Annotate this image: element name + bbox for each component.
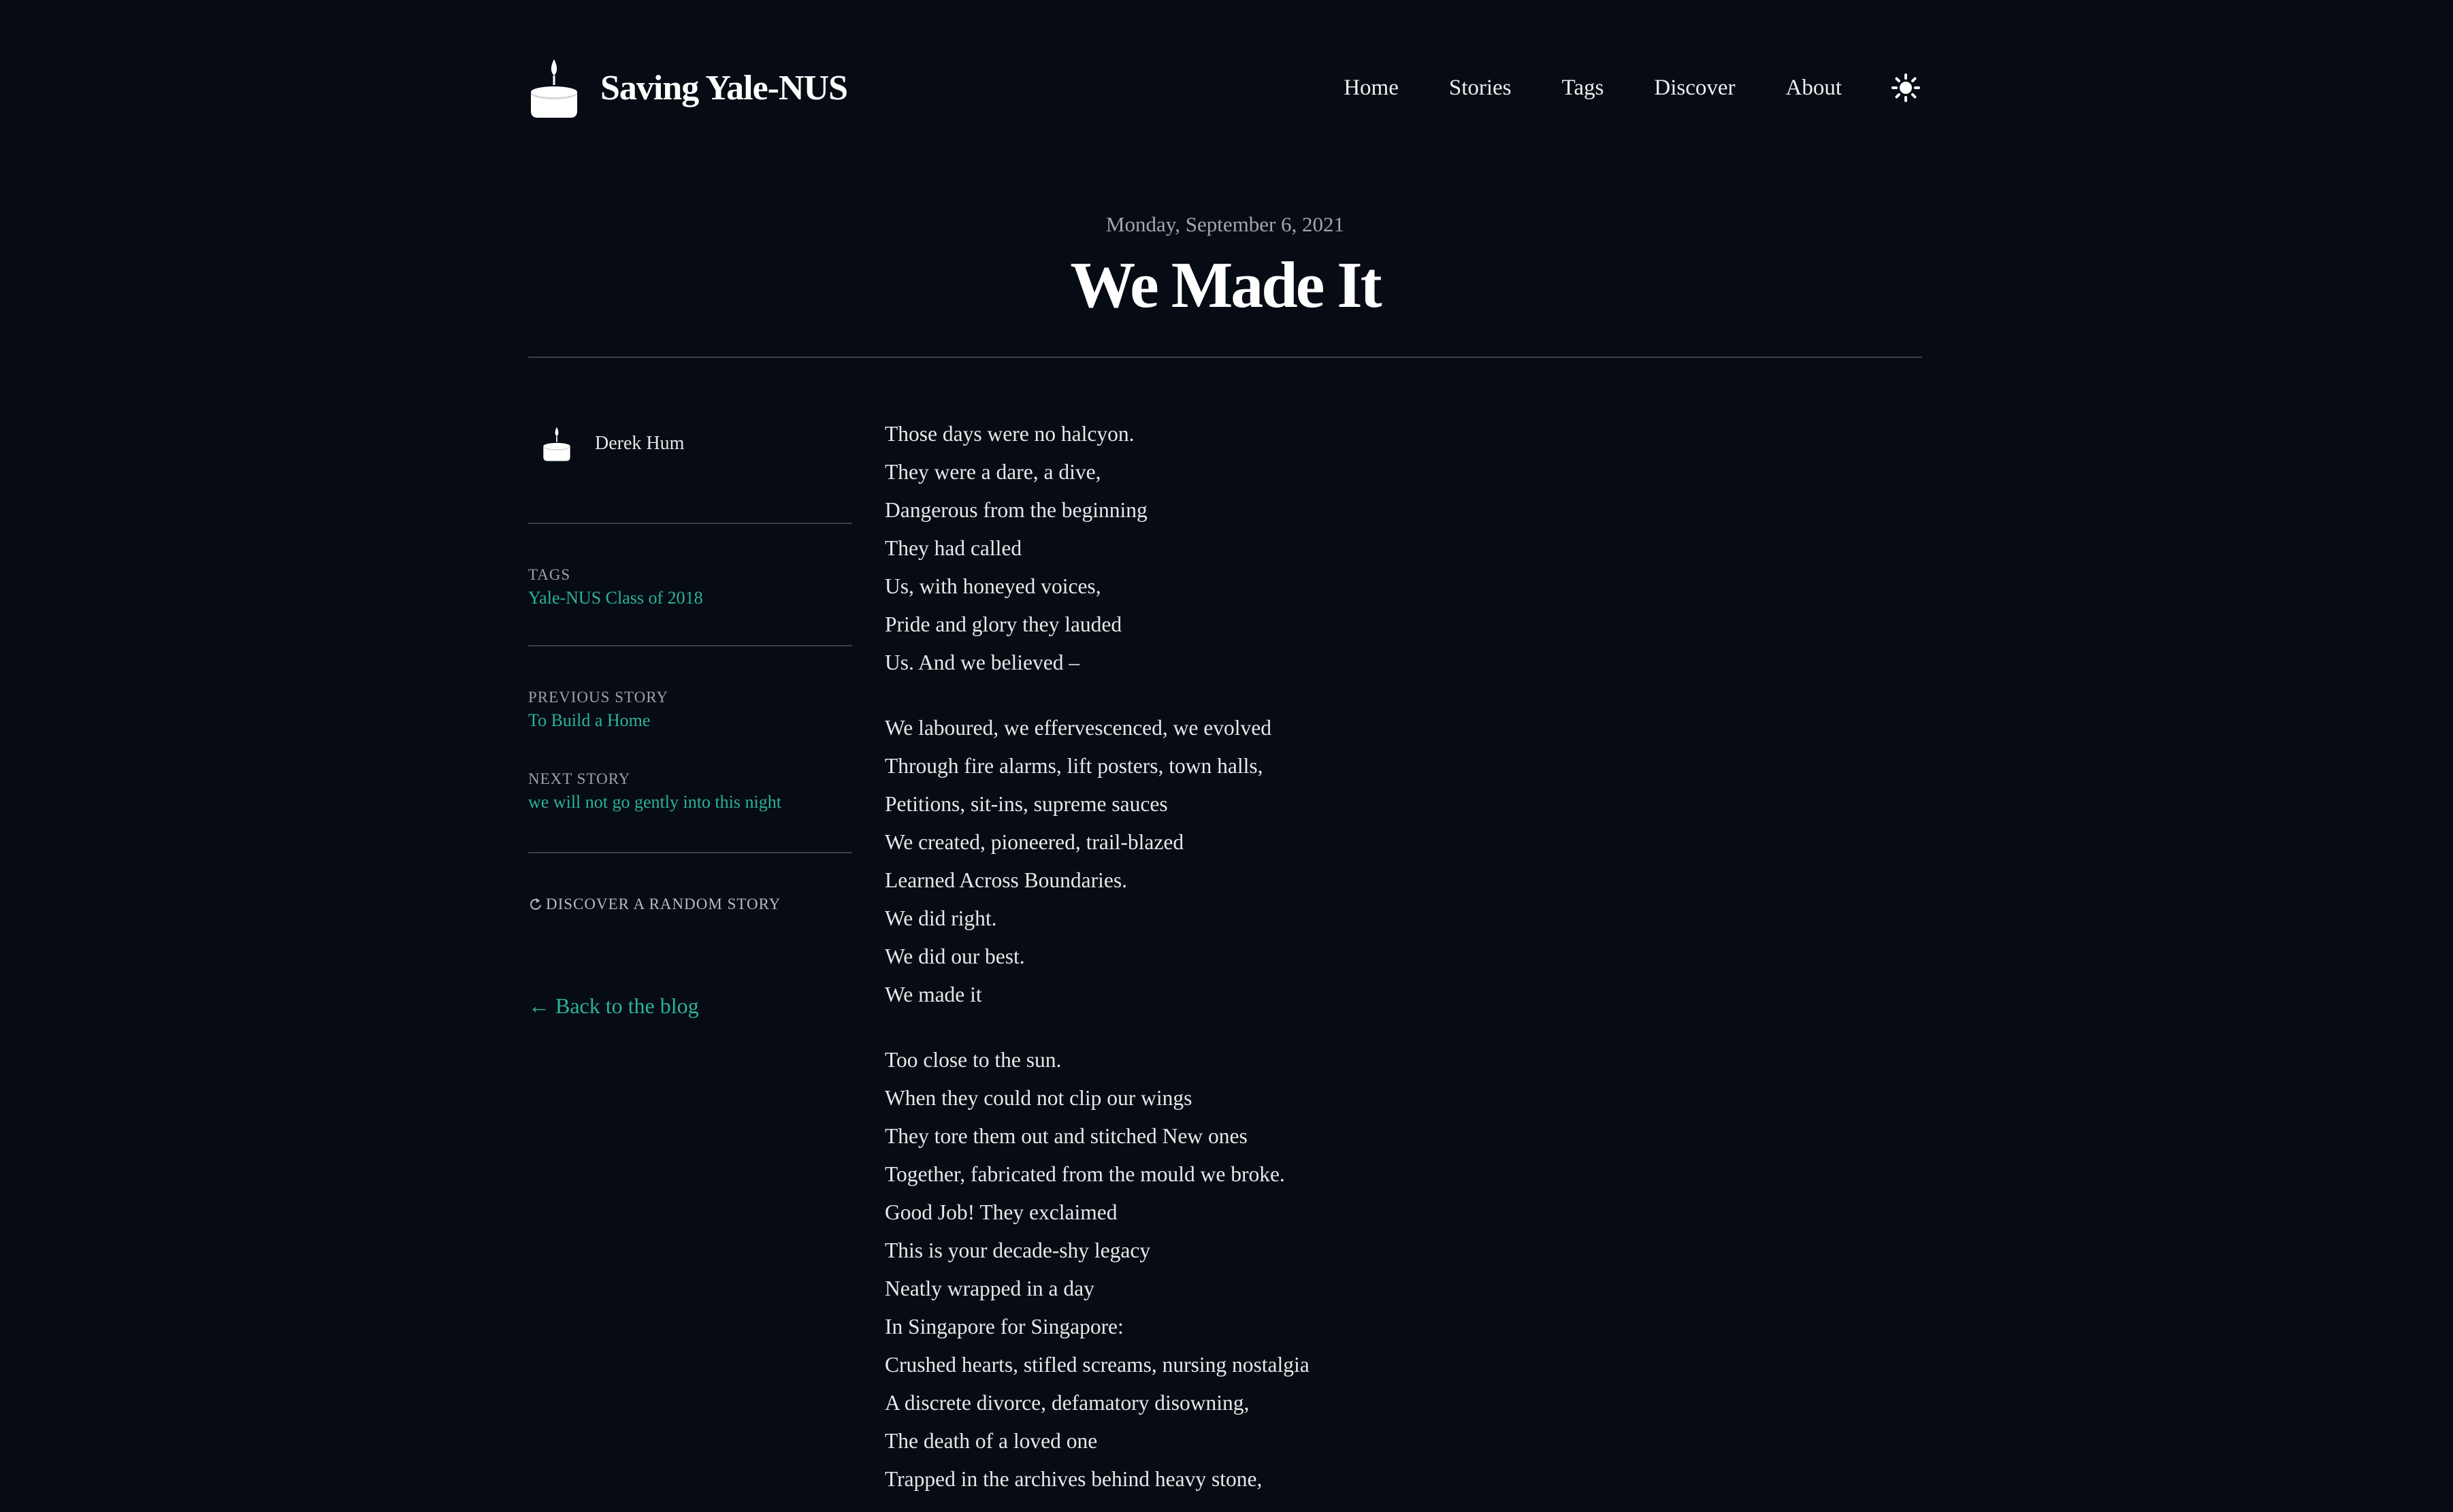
poem-line: Us. And we believed –	[885, 651, 1080, 674]
post-header: Monday, September 6, 2021 We Made It	[528, 204, 1922, 321]
poem-line: A discrete divorce, defamatory disowning…	[885, 1391, 1250, 1415]
site-brand-link[interactable]: Saving Yale-NUS	[528, 50, 848, 125]
poem-line: Through fire alarms, lift posters, town …	[885, 754, 1263, 778]
sidebar-divider	[528, 523, 852, 524]
previous-story-link[interactable]: To Build a Home	[528, 710, 852, 731]
poem-line: Dangerous from the beginning	[885, 498, 1148, 522]
nav-home[interactable]: Home	[1344, 76, 1399, 101]
post-date: Monday, September 6, 2021	[1105, 212, 1345, 236]
previous-story: PREVIOUS STORY To Build a Home	[528, 689, 852, 731]
poem-line: This is your decade-shy legacy	[885, 1238, 1151, 1262]
next-story: NEXT STORY we will not go gently into th…	[528, 770, 852, 812]
site-header: Saving Yale-NUS Home Stories Tags Discov…	[528, 50, 1922, 125]
poem-line: We did our best.	[885, 944, 1025, 968]
tags-section: TAGS Yale-NUS Class of 2018	[528, 566, 852, 608]
poem-line: We made it	[885, 983, 982, 1006]
candle-icon	[531, 59, 577, 118]
poem-line: Trapped in the archives behind heavy sto…	[885, 1467, 1263, 1491]
poem-line: They were a dare, a dive,	[885, 460, 1101, 484]
previous-story-label: PREVIOUS STORY	[528, 689, 668, 706]
theme-toggle-button[interactable]	[1889, 71, 1922, 104]
author-name[interactable]: Derek Hum	[595, 433, 684, 455]
poem-body: Those days were no halcyon. They were a d…	[885, 415, 1634, 1512]
poem-line: They tore them out and stitched New ones	[885, 1124, 1248, 1148]
avatar	[528, 415, 585, 472]
poem-line: Good Job! They exclaimed	[885, 1200, 1118, 1224]
header-divider	[528, 357, 1922, 358]
sidebar-divider	[528, 645, 852, 646]
nav-about[interactable]: About	[1786, 76, 1842, 101]
poem-stanza: We laboured, we effervescenced, we evolv…	[885, 709, 1634, 1014]
post-title: We Made It	[1070, 248, 1382, 321]
candle-icon	[543, 427, 570, 461]
poem-stanza: Too close to the sun. When they could not…	[885, 1041, 1634, 1498]
poem-line: The death of a loved one	[885, 1429, 1098, 1453]
poem-line: Neatly wrapped in a day	[885, 1277, 1094, 1300]
poem-line: We created, pioneered, trail-blazed	[885, 830, 1184, 854]
sun-icon	[1891, 73, 1920, 102]
poem-line: We laboured, we effervescenced, we evolv…	[885, 716, 1271, 740]
poem-line: Learned Across Boundaries.	[885, 868, 1128, 892]
page: Saving Yale-NUS Home Stories Tags Discov…	[0, 0, 2453, 1512]
poem-line: We did right.	[885, 906, 997, 930]
refresh-icon	[530, 898, 541, 910]
random-story-button[interactable]: DISCOVER A RANDOM STORY	[528, 895, 852, 913]
poem-line: Crushed hearts, stifled screams, nursing…	[885, 1353, 1310, 1377]
poem-line: In Singapore for Singapore:	[885, 1315, 1124, 1338]
back-to-blog-link[interactable]: ← Back to the blog	[528, 993, 699, 1019]
tags-label: TAGS	[528, 566, 571, 583]
nav-stories[interactable]: Stories	[1449, 76, 1512, 101]
nav-discover[interactable]: Discover	[1654, 76, 1735, 101]
site-name: Saving Yale-NUS	[600, 68, 848, 108]
poem-line: Petitions, sit-ins, supreme sauces	[885, 792, 1168, 816]
random-story-label: DISCOVER A RANDOM STORY	[546, 895, 781, 913]
poem-line: Us, with honeyed voices,	[885, 574, 1101, 598]
poem-line: Those days were no halcyon.	[885, 422, 1135, 446]
nav-tags[interactable]: Tags	[1562, 76, 1604, 101]
next-story-link[interactable]: we will not go gently into this night	[528, 792, 852, 812]
poem-line: Too close to the sun.	[885, 1048, 1062, 1072]
poem-stanza: Those days were no halcyon. They were a d…	[885, 415, 1634, 682]
tag-link[interactable]: Yale-NUS Class of 2018	[528, 588, 852, 608]
poem-line: When they could not clip our wings	[885, 1086, 1192, 1110]
author: Derek Hum	[528, 415, 852, 472]
next-story-label: NEXT STORY	[528, 770, 631, 787]
poem-line: They had called	[885, 536, 1022, 560]
post-sidebar: Derek Hum TAGS Yale-NUS Class of 2018 PR…	[528, 415, 852, 1019]
poem-line: Together, fabricated from the mould we b…	[885, 1162, 1285, 1186]
sidebar-divider	[528, 852, 852, 853]
poem-line: Pride and glory they lauded	[885, 612, 1122, 636]
main-nav: Home Stories Tags Discover About	[1344, 50, 1922, 125]
